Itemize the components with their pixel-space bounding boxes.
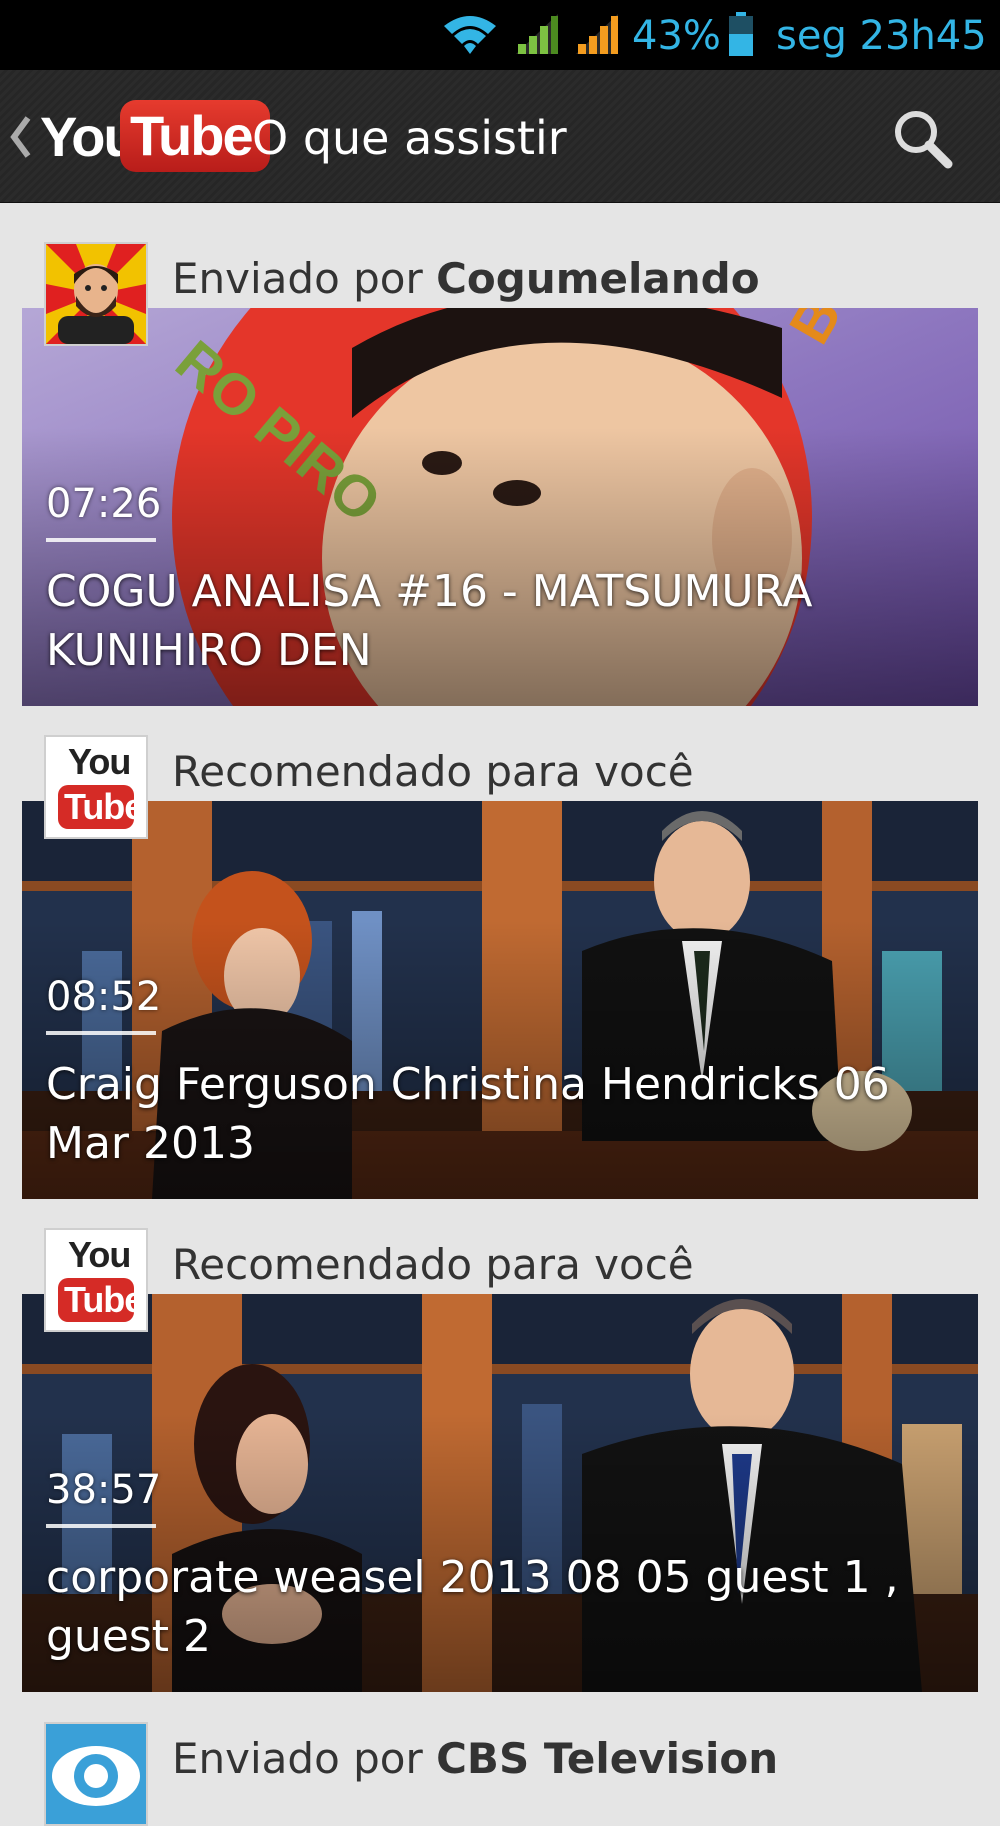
video-duration: 08:52 [46,974,162,1020]
video-title: Craig Ferguson Christina Hendricks 06 Ma… [46,1059,890,1169]
youtube-logo[interactable]: You Tube [40,100,270,174]
clock: seg 23h45 [776,13,987,59]
feed-card[interactable]: You Tube Recomendado para você [0,735,1000,1205]
avatar-tube-text: Tube [64,786,144,827]
source-prefix: Enviado por [172,1734,423,1783]
avatar-you-text: You [68,741,131,782]
youtube-logo-avatar[interactable]: You Tube [44,735,148,839]
search-icon[interactable] [890,106,954,170]
status-bar: 43% seg 23h45 [0,0,1000,70]
card-source-label: Enviado por Cogumelando [172,252,760,306]
channel-avatar[interactable] [44,242,148,346]
video-title: corporate weasel 2013 08 05 guest 1 , gu… [46,1552,899,1662]
logo-tube-box: Tube [120,100,270,172]
duration-underline [46,538,156,542]
avatar-tube-box: Tube [58,1278,144,1322]
wifi-icon [444,16,496,54]
feed-card[interactable]: Enviado por CBS Television [0,1722,1000,1826]
avatar-you-text: You [68,1234,131,1275]
logo-tube-text: Tube [130,104,254,167]
battery-icon [729,12,753,56]
video-title: COGU ANALISA #16 - MATSUMURA KUNIHIRO DE… [46,566,813,676]
avatar-tube-text: Tube [64,1279,144,1320]
duration-underline [46,1524,156,1528]
source-channel-name[interactable]: CBS Television [436,1734,778,1783]
youtube-logo-avatar[interactable]: You Tube [44,1228,148,1332]
feed-card[interactable]: Enviado por Cogumelando RO PIRO BOW BOW … [0,242,1000,712]
source-prefix: Enviado por [172,254,423,303]
video-thumbnail[interactable]: RO PIRO BOW BOW 07:26 COGU ANALISA #16 -… [22,308,978,706]
signal-icon [516,14,558,54]
cbs-logo-avatar[interactable] [44,1722,148,1826]
source-prefix: Recomendado para você [172,1240,694,1289]
video-thumbnail[interactable]: 38:57 corporate weasel 2013 08 05 guest … [22,1294,978,1692]
source-channel-name[interactable]: Cogumelando [436,254,759,303]
action-bar: You Tube O que assistir [0,70,1000,203]
source-prefix: Recomendado para você [172,747,694,796]
duration-underline [46,1031,156,1035]
battery-percent: 43% [632,13,721,59]
page-title: O que assistir [252,111,567,165]
video-duration: 07:26 [46,481,162,527]
channel-avatar-image [46,244,146,344]
video-thumbnail[interactable]: 08:52 Craig Ferguson Christina Hendricks… [22,801,978,1199]
avatar-tube-box: Tube [58,785,144,829]
cbs-eye-icon [46,1724,146,1824]
feed-card[interactable]: You Tube Recomendado para você [0,1228,1000,1698]
video-duration: 38:57 [46,1467,162,1513]
signal-icon [576,14,618,54]
card-source-label: Recomendado para você [172,1238,694,1292]
card-source-label: Recomendado para você [172,745,694,799]
back-chevron-icon[interactable] [8,112,34,162]
